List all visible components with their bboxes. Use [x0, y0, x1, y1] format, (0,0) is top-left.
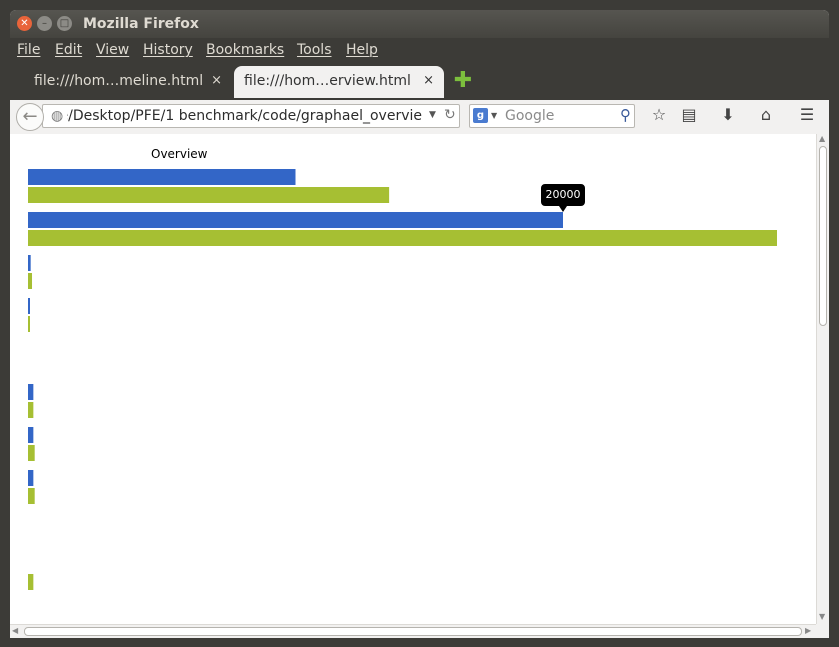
- menu-history[interactable]: History: [143, 42, 193, 58]
- hamburger-menu-icon[interactable]: ☰: [796, 105, 818, 124]
- vertical-scroll-thumb[interactable]: [819, 146, 827, 326]
- menu-tools[interactable]: Tools: [297, 42, 332, 58]
- bar-series0-group6[interactable]: [28, 427, 34, 443]
- scroll-down-arrow-icon[interactable]: ▼: [819, 612, 825, 621]
- bar-series1-group7[interactable]: [28, 488, 35, 504]
- chart-title: Overview: [151, 147, 208, 161]
- tab-timeline[interactable]: file:///hom…meline.html ×: [24, 66, 232, 98]
- google-icon[interactable]: g: [473, 108, 488, 123]
- search-engine-dropdown-icon[interactable]: ▼: [491, 111, 497, 120]
- bar-series1-group9[interactable]: [28, 574, 34, 590]
- bar-chart: Overview 20000: [28, 147, 777, 590]
- bar-series0-group2[interactable]: [28, 255, 31, 271]
- clipboard-icon[interactable]: ▤: [678, 105, 700, 124]
- close-tab-icon[interactable]: ×: [211, 66, 222, 96]
- close-tab-icon[interactable]: ×: [423, 66, 434, 96]
- menu-view[interactable]: View: [96, 42, 129, 58]
- tooltip-value: 20000: [546, 188, 581, 201]
- new-tab-plus-icon[interactable]: ✚: [453, 70, 473, 92]
- bar-series1-group6[interactable]: [28, 445, 35, 461]
- maximize-window-button[interactable]: □: [57, 16, 72, 31]
- menu-file[interactable]: File: [17, 42, 40, 58]
- scroll-left-arrow-icon[interactable]: ◀: [12, 626, 18, 635]
- title-bar: ✕ – □ Mozilla Firefox: [10, 10, 829, 38]
- tab-label: file:///hom…erview.html: [244, 73, 411, 89]
- bar-series1-group1[interactable]: [28, 230, 777, 246]
- menu-bar: File Edit View History Bookmarks Tools H…: [10, 38, 829, 62]
- bar-series1-group3[interactable]: [28, 316, 30, 332]
- vertical-scrollbar[interactable]: ▲ ▼: [816, 134, 829, 624]
- bar-series0-group1[interactable]: [28, 212, 563, 228]
- bar-series1-group2[interactable]: [28, 273, 33, 289]
- bar-series0-group3[interactable]: [28, 298, 30, 314]
- bar-tooltip: 20000: [541, 184, 585, 212]
- bar-series0-group0[interactable]: [28, 169, 296, 185]
- download-arrow-icon[interactable]: ⬇: [717, 105, 739, 124]
- horizontal-scroll-thumb[interactable]: [24, 627, 802, 636]
- menu-edit[interactable]: Edit: [55, 42, 82, 58]
- back-arrow-icon[interactable]: ←: [16, 103, 44, 131]
- reload-icon[interactable]: ↻: [444, 107, 456, 123]
- tab-overview[interactable]: file:///hom…erview.html ×: [234, 66, 444, 98]
- horizontal-scrollbar[interactable]: ◀ ▶: [10, 624, 816, 638]
- bar-series1-group0[interactable]: [28, 187, 390, 203]
- firefox-window: ✕ – □ Mozilla Firefox File Edit View His…: [10, 10, 829, 638]
- search-input[interactable]: Google: [505, 108, 554, 124]
- url-dropdown-icon[interactable]: ▼: [429, 110, 436, 120]
- minimize-window-button[interactable]: –: [37, 16, 52, 31]
- url-bar[interactable]: ◍ /home/Desktop/PFE/1 benchmark/code/gra…: [42, 104, 460, 128]
- scrollbar-corner: [816, 624, 829, 638]
- globe-icon: ◍: [51, 108, 64, 124]
- menu-help[interactable]: Help: [346, 42, 378, 58]
- scroll-right-arrow-icon[interactable]: ▶: [805, 626, 811, 635]
- bar-series1-group5[interactable]: [28, 402, 34, 418]
- star-bookmark-icon[interactable]: ☆: [648, 105, 670, 124]
- scroll-up-arrow-icon[interactable]: ▲: [819, 134, 825, 143]
- url-text[interactable]: /home/Desktop/PFE/1 benchmark/code/graph…: [67, 108, 422, 124]
- close-window-button[interactable]: ✕: [17, 16, 32, 31]
- tab-label: file:///hom…meline.html: [34, 73, 204, 89]
- magnifier-icon[interactable]: ⚲: [620, 106, 631, 124]
- navigation-bar: ◍ /home/Desktop/PFE/1 benchmark/code/gra…: [10, 100, 829, 135]
- home-icon[interactable]: ⌂: [755, 105, 777, 124]
- search-bar[interactable]: g ▼ Google ⚲: [469, 104, 635, 128]
- window-title: Mozilla Firefox: [83, 16, 199, 32]
- bar-series0-group7[interactable]: [28, 470, 34, 486]
- menu-bookmarks[interactable]: Bookmarks: [206, 42, 284, 58]
- tab-bar: file:///hom…meline.html × file:///hom…er…: [10, 62, 829, 102]
- page-content: Overview 20000: [10, 134, 816, 624]
- bar-series0-group5[interactable]: [28, 384, 34, 400]
